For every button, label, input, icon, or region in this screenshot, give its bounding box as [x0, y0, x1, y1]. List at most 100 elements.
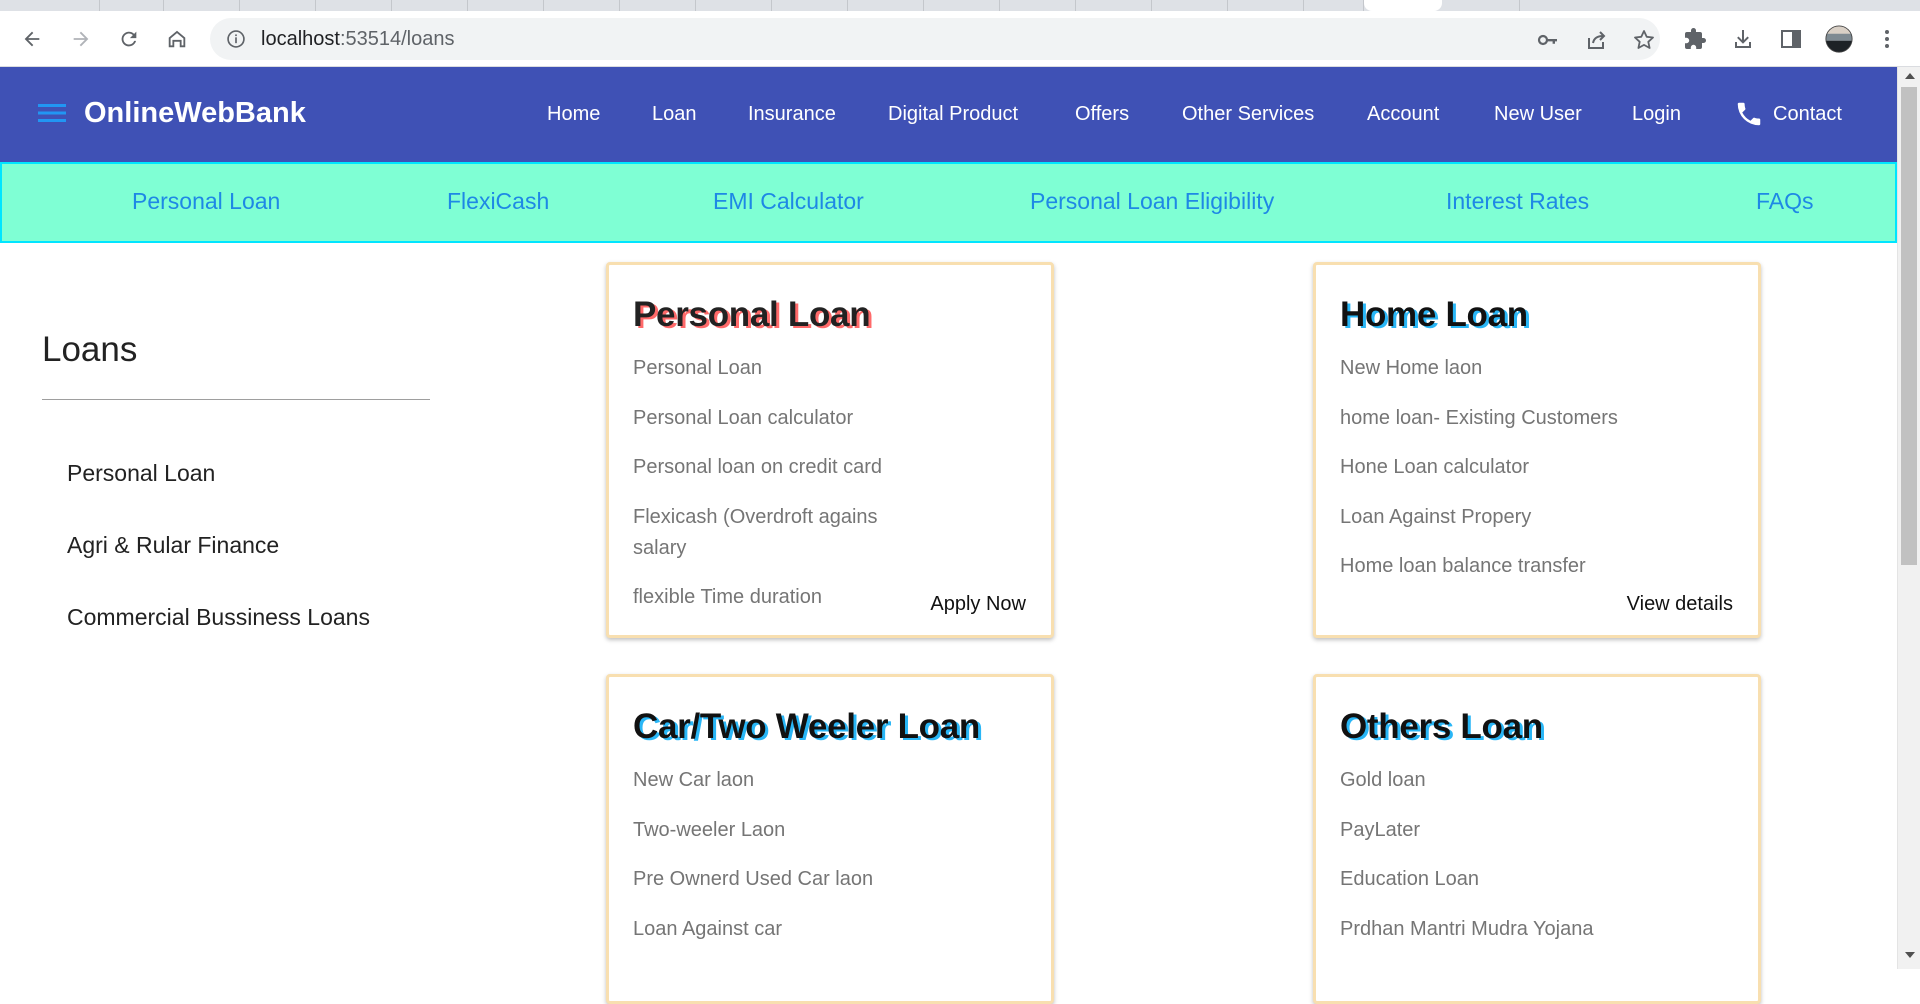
- nav-contact[interactable]: Contact: [1773, 103, 1842, 126]
- card-item-list: Gold loan PayLater Education Loan Prdhan…: [1340, 765, 1740, 963]
- scroll-up-arrow-icon[interactable]: [1905, 73, 1915, 79]
- card-home-loan: Home Loan New Home laon home loan- Exist…: [1313, 262, 1761, 638]
- subnav-faqs[interactable]: FAQs: [1756, 188, 1814, 215]
- subnav-interest-rates[interactable]: Interest Rates: [1446, 188, 1589, 215]
- card-item-list: Personal Loan Personal Loan calculator P…: [633, 353, 923, 632]
- sidebar-item-agri-finance[interactable]: Agri & Rular Finance: [67, 532, 279, 559]
- list-item[interactable]: PayLater: [1340, 815, 1740, 846]
- reload-icon[interactable]: [115, 25, 143, 53]
- browser-menu-icon[interactable]: [1873, 25, 1901, 53]
- browser-tab[interactable]: [100, 0, 164, 11]
- nav-other-services[interactable]: Other Services: [1182, 103, 1314, 126]
- browser-tab[interactable]: [468, 0, 544, 11]
- browser-tab[interactable]: [1304, 0, 1364, 11]
- list-item[interactable]: home loan- Existing Customers: [1340, 403, 1740, 434]
- card-title: Home Loan: [1340, 295, 1528, 334]
- subnav-flexicash[interactable]: FlexiCash: [447, 188, 549, 215]
- browser-tab-active[interactable]: [1364, 0, 1442, 11]
- forward-icon[interactable]: [67, 25, 95, 53]
- list-item[interactable]: Personal loan on credit card: [633, 452, 923, 483]
- browser-tab[interactable]: [544, 0, 620, 11]
- card-title: Car/Two Weeler Loan: [633, 707, 980, 746]
- nav-new-user[interactable]: New User: [1494, 103, 1582, 126]
- browser-toolbar: localhost:53514/loans: [0, 11, 1920, 67]
- browser-tab[interactable]: [772, 0, 848, 11]
- card-others-loan: Others Loan Gold loan PayLater Education…: [1313, 674, 1761, 1004]
- list-item[interactable]: Two-weeler Laon: [633, 815, 923, 846]
- profile-avatar[interactable]: [1825, 25, 1853, 53]
- browser-tab[interactable]: [1442, 0, 1520, 11]
- loan-subnav: Personal Loan FlexiCash EMI Calculator P…: [0, 162, 1897, 243]
- nav-login[interactable]: Login: [1632, 103, 1681, 126]
- nav-loan[interactable]: Loan: [652, 103, 697, 126]
- sidebar-item-personal-loan[interactable]: Personal Loan: [67, 460, 215, 487]
- url-host: localhost: [261, 28, 340, 50]
- apply-now-button[interactable]: Apply Now: [930, 593, 1026, 616]
- sidebar-title: Loans: [42, 330, 138, 369]
- bookmark-star-icon[interactable]: [1632, 28, 1656, 52]
- subnav-personal-loan-eligibility[interactable]: Personal Loan Eligibility: [1030, 188, 1274, 215]
- side-panel-icon[interactable]: [1777, 25, 1805, 53]
- list-item[interactable]: New Car laon: [633, 765, 923, 796]
- nav-digital-product[interactable]: Digital Product: [888, 103, 1018, 126]
- back-icon[interactable]: [18, 25, 46, 53]
- browser-tab[interactable]: [696, 0, 772, 11]
- browser-tab[interactable]: [1000, 0, 1076, 11]
- browser-tab[interactable]: [164, 0, 240, 11]
- list-item[interactable]: Loan Against car: [633, 914, 923, 945]
- list-item[interactable]: Prdhan Mantri Mudra Yojana: [1340, 914, 1740, 945]
- list-item[interactable]: New Home laon: [1340, 353, 1740, 384]
- phone-icon[interactable]: [1734, 99, 1764, 129]
- list-item[interactable]: Personal Loan: [633, 353, 923, 384]
- nav-offers[interactable]: Offers: [1075, 103, 1129, 126]
- list-item[interactable]: flexible Time duration: [633, 582, 923, 613]
- browser-tab-strip: [0, 0, 1920, 11]
- page-scrollbar[interactable]: [1897, 67, 1920, 969]
- sidebar-divider: [42, 399, 430, 400]
- site-info-icon[interactable]: [226, 29, 246, 49]
- list-item[interactable]: Personal Loan calculator: [633, 403, 923, 434]
- top-navbar: OnlineWebBank Home Loan Insurance Digita…: [0, 67, 1897, 162]
- home-icon[interactable]: [163, 25, 191, 53]
- browser-tab[interactable]: [392, 0, 468, 11]
- address-bar[interactable]: localhost:53514/loans: [210, 18, 1660, 60]
- card-title: Others Loan: [1340, 707, 1543, 746]
- nav-insurance[interactable]: Insurance: [748, 103, 836, 126]
- list-item[interactable]: Flexicash (Overdroft agains salary: [633, 502, 923, 564]
- browser-tab[interactable]: [1228, 0, 1304, 11]
- card-title: Personal Loan: [633, 295, 871, 334]
- nav-home[interactable]: Home: [547, 103, 600, 126]
- browser-tab[interactable]: [316, 0, 392, 11]
- hamburger-menu-icon[interactable]: [38, 102, 66, 124]
- subnav-personal-loan[interactable]: Personal Loan: [132, 188, 280, 215]
- browser-tab[interactable]: [924, 0, 1000, 11]
- subnav-emi-calculator[interactable]: EMI Calculator: [713, 188, 864, 215]
- browser-tab[interactable]: [620, 0, 696, 11]
- browser-tab[interactable]: [848, 0, 924, 11]
- browser-tab[interactable]: [240, 0, 316, 11]
- list-item[interactable]: Hone Loan calculator: [1340, 452, 1740, 483]
- share-icon[interactable]: [1584, 28, 1608, 52]
- list-item[interactable]: Loan Against Propery: [1340, 502, 1740, 533]
- browser-tab[interactable]: [1152, 0, 1228, 11]
- nav-account[interactable]: Account: [1367, 103, 1439, 126]
- list-item[interactable]: Education Loan: [1340, 864, 1740, 895]
- brand-logo[interactable]: OnlineWebBank: [84, 97, 306, 130]
- card-item-list: New Home laon home loan- Existing Custom…: [1340, 353, 1740, 601]
- sidebar-item-commercial-loans[interactable]: Commercial Bussiness Loans: [67, 604, 370, 631]
- list-item[interactable]: Gold loan: [1340, 765, 1740, 796]
- card-personal-loan: Personal Loan Personal Loan Personal Loa…: [606, 262, 1054, 638]
- card-item-list: New Car laon Two-weeler Laon Pre Ownerd …: [633, 765, 923, 963]
- browser-tab[interactable]: [1076, 0, 1152, 11]
- url-text: localhost:53514/loans: [261, 29, 454, 49]
- scroll-down-arrow-icon[interactable]: [1905, 952, 1915, 958]
- card-car-loan: Car/Two Weeler Loan New Car laon Two-wee…: [606, 674, 1054, 1004]
- key-icon[interactable]: [1536, 28, 1560, 52]
- scrollbar-thumb[interactable]: [1901, 87, 1917, 565]
- browser-tab[interactable]: [0, 0, 100, 11]
- extensions-icon[interactable]: [1681, 25, 1709, 53]
- list-item[interactable]: Home loan balance transfer: [1340, 551, 1740, 582]
- list-item[interactable]: Pre Ownerd Used Car laon: [633, 864, 923, 895]
- download-icon[interactable]: [1729, 25, 1757, 53]
- view-details-button[interactable]: View details: [1627, 593, 1733, 616]
